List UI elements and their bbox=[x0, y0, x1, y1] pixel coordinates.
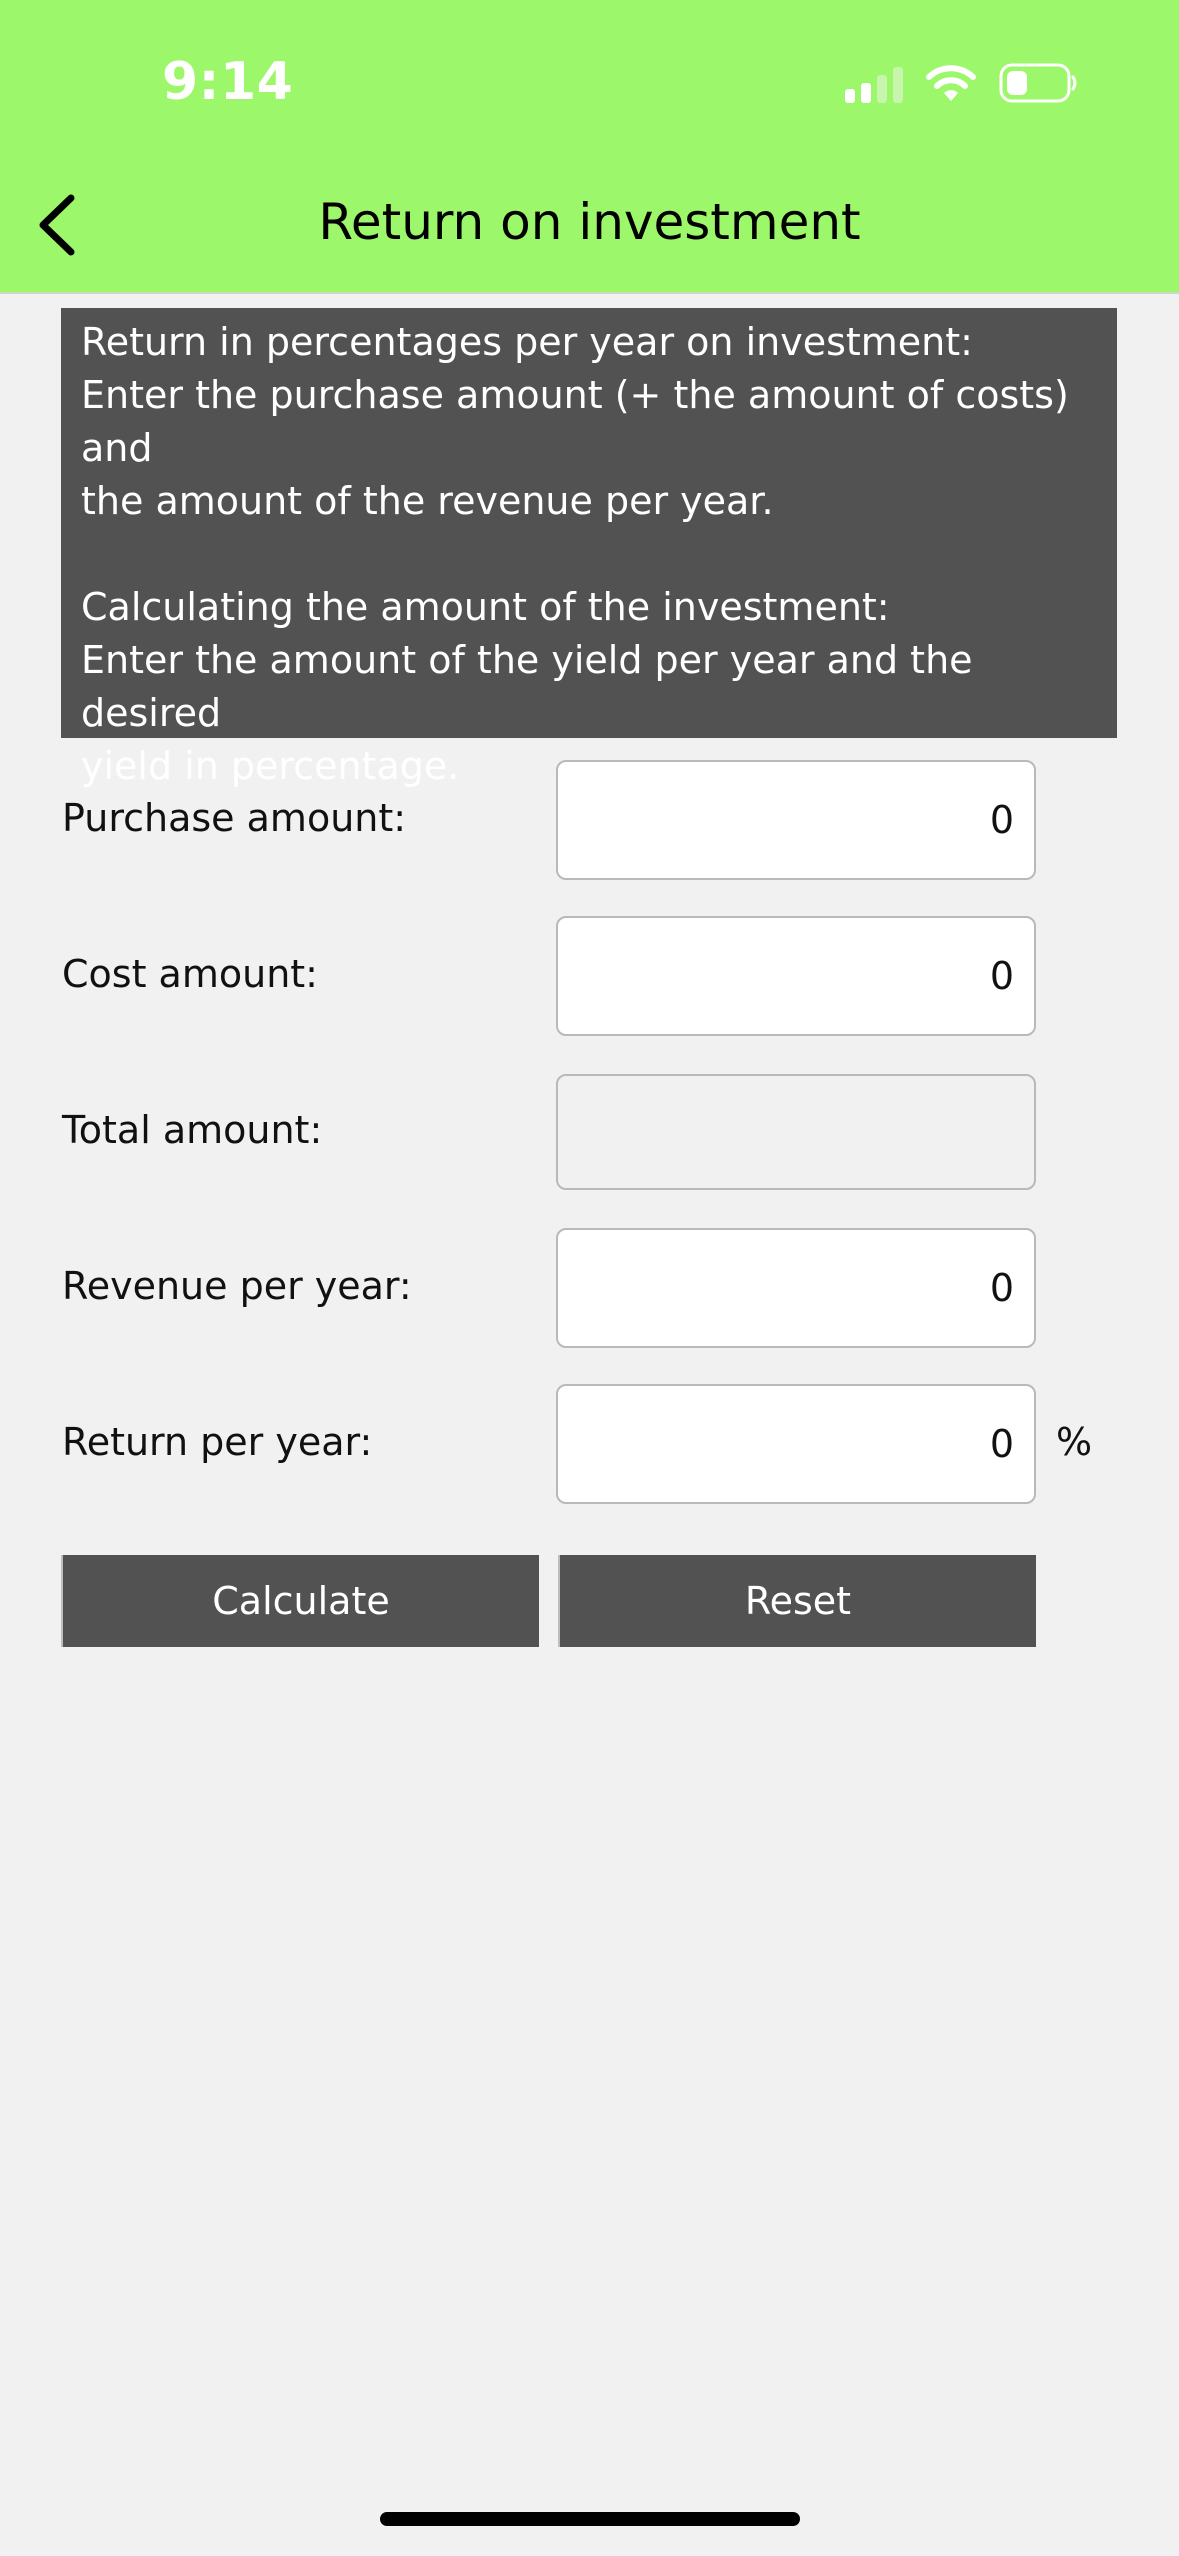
home-indicator[interactable] bbox=[380, 2512, 800, 2526]
return-per-year-input[interactable] bbox=[556, 1384, 1036, 1504]
status-time: 9:14 bbox=[162, 52, 294, 112]
instruction-line: the amount of the revenue per year. bbox=[81, 479, 774, 523]
reset-button[interactable]: Reset bbox=[558, 1555, 1036, 1647]
purchase-amount-input[interactable] bbox=[556, 760, 1036, 880]
calculate-button[interactable]: Calculate bbox=[61, 1555, 539, 1647]
total-amount-label: Total amount: bbox=[62, 1108, 323, 1152]
purchase-amount-label: Purchase amount: bbox=[62, 796, 407, 840]
cost-amount-label: Cost amount: bbox=[62, 952, 318, 996]
revenue-per-year-input[interactable] bbox=[556, 1228, 1036, 1348]
cost-amount-input[interactable] bbox=[556, 916, 1036, 1036]
status-icons bbox=[845, 62, 1079, 104]
app-header: 9:14 Return on investment bbox=[0, 0, 1179, 294]
instruction-line: Enter the purchase amount (+ the amount … bbox=[81, 373, 1069, 470]
battery-icon bbox=[999, 63, 1077, 103]
instruction-line: Enter the amount of the yield per year a… bbox=[81, 638, 973, 735]
instruction-line: Calculating the amount of the investment… bbox=[81, 585, 890, 629]
total-amount-field bbox=[556, 1074, 1036, 1190]
instructions-panel: Return in percentages per year on invest… bbox=[61, 308, 1117, 788]
instruction-line: Return in percentages per year on invest… bbox=[81, 320, 973, 364]
cellular-signal-icon bbox=[845, 63, 903, 103]
page-title: Return on investment bbox=[318, 193, 861, 251]
revenue-per-year-label: Revenue per year: bbox=[62, 1264, 412, 1308]
return-per-year-label: Return per year: bbox=[62, 1420, 373, 1464]
percent-unit: % bbox=[1056, 1420, 1093, 1464]
wifi-icon bbox=[926, 65, 976, 101]
